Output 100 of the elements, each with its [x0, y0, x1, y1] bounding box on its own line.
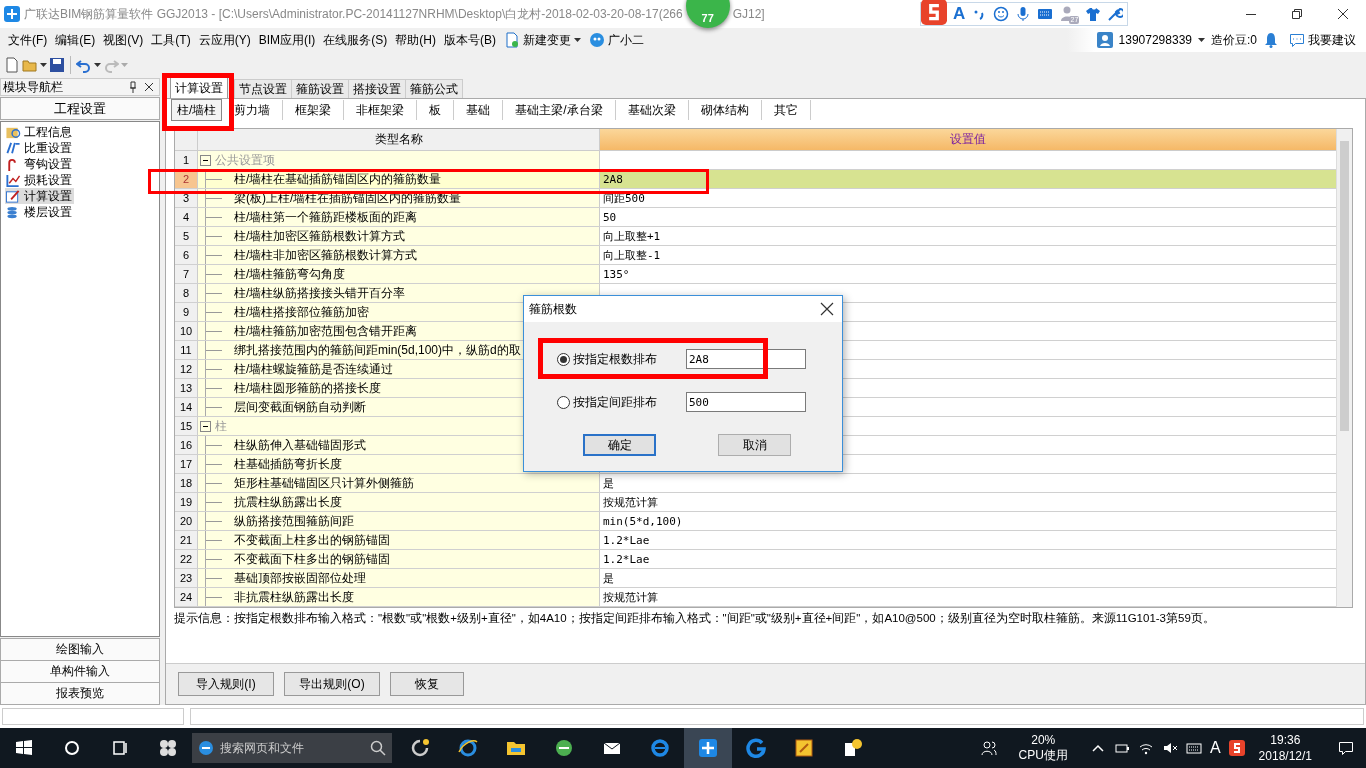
row-number[interactable]: 9 [175, 303, 198, 321]
row-number[interactable]: 19 [175, 493, 198, 511]
row-number[interactable]: 24 [175, 588, 198, 606]
row-number[interactable]: 13 [175, 379, 198, 397]
row-number[interactable]: 22 [175, 550, 198, 568]
tab[interactable]: 计算设置 [170, 77, 228, 98]
action-button[interactable]: 导出规则(O) [284, 672, 380, 696]
scrollbar[interactable] [1336, 129, 1352, 607]
close-icon[interactable] [820, 302, 834, 316]
account-dropdown[interactable]: 13907298339 [1118, 33, 1192, 47]
setting-value[interactable]: 1.2*Lae [603, 552, 650, 566]
nav-item[interactable]: 比重设置 [5, 140, 74, 156]
shirt-icon[interactable] [1085, 6, 1102, 22]
row-number[interactable]: 6 [175, 246, 198, 264]
tab[interactable]: 基础次梁 [615, 100, 689, 120]
setting-value[interactable]: 按规范计算 [603, 494, 658, 510]
collapse-icon[interactable] [200, 420, 211, 432]
row-number[interactable]: 16 [175, 436, 198, 454]
search-field[interactable]: 搜索网页和文件 [192, 733, 392, 763]
row-number[interactable]: 7 [175, 265, 198, 283]
menu-item[interactable]: 广小二 [585, 31, 648, 49]
undo-icon[interactable] [76, 57, 92, 73]
menu-item[interactable]: 编辑(E) [51, 31, 100, 49]
row-number[interactable]: 14 [175, 398, 198, 416]
bell-icon[interactable] [1263, 32, 1279, 48]
menu-item[interactable]: 文件(F) [4, 31, 52, 49]
dialog-button[interactable]: 确定 [583, 434, 656, 456]
tab[interactable]: 节点设置 [234, 79, 292, 98]
row-number[interactable]: 21 [175, 531, 198, 549]
setting-value[interactable]: 135° [603, 267, 630, 281]
tab[interactable]: 其它 [761, 100, 811, 120]
action-button[interactable]: 导入规则(I) [178, 672, 274, 696]
collapse-icon[interactable] [200, 154, 211, 166]
input-field[interactable]: 2A8 [686, 349, 806, 369]
row-number[interactable]: 1 [175, 151, 198, 169]
tab[interactable]: 基础 [454, 100, 504, 120]
row-number[interactable]: 10 [175, 322, 198, 340]
row-number[interactable]: 11 [175, 341, 198, 359]
nav-section-button[interactable]: 工程设置 [0, 97, 160, 120]
row-number[interactable]: 20 [175, 512, 198, 530]
nav-item[interactable]: 楼层设置 [5, 204, 74, 220]
input-mode-button[interactable]: A [953, 4, 966, 24]
caret-icon[interactable] [1198, 37, 1205, 43]
tab[interactable]: 柱/墙柱 [171, 99, 223, 121]
action-button[interactable]: 恢复 [390, 672, 464, 696]
row-number[interactable]: 5 [175, 227, 198, 245]
radio-button[interactable] [557, 352, 570, 366]
nav-section-button[interactable]: 报表预览 [0, 682, 160, 705]
nav-item[interactable]: 弯钩设置 [5, 156, 74, 172]
row-number[interactable]: 12 [175, 360, 198, 378]
menu-item[interactable]: 工具(T) [147, 31, 195, 49]
nav-item[interactable]: 损耗设置 [5, 172, 74, 188]
clock[interactable]: 19:36 2018/12/1 [1258, 732, 1312, 764]
smiley-icon[interactable] [993, 6, 1010, 22]
setting-value[interactable]: 是 [603, 475, 614, 491]
setting-value[interactable]: 向上取整-1 [603, 247, 661, 263]
setting-value[interactable]: 1.2*Lae [603, 533, 650, 547]
tab[interactable]: 箍筋公式 [405, 79, 463, 98]
wrench-icon[interactable] [1107, 6, 1124, 22]
nav-section-button[interactable]: 绘图输入 [0, 638, 160, 661]
row-number[interactable]: 4 [175, 208, 198, 226]
menu-item[interactable]: 云应用(Y) [194, 31, 255, 49]
row-number[interactable]: 23 [175, 569, 198, 587]
tab[interactable]: 箍筋设置 [291, 79, 349, 98]
menu-item[interactable]: 视图(V) [99, 31, 148, 49]
setting-value[interactable]: 50 [603, 210, 617, 224]
row-number[interactable]: 15 [175, 417, 198, 435]
menu-item[interactable]: 新建变更 [500, 31, 585, 49]
menu-item[interactable]: 版本号(B) [440, 31, 500, 49]
setting-value[interactable]: min(5*d,100) [603, 514, 683, 528]
keyboard-icon[interactable] [1037, 6, 1054, 22]
tab[interactable]: 非框架梁 [344, 100, 418, 120]
microphone-icon[interactable] [1015, 6, 1032, 22]
caret-icon[interactable] [40, 62, 47, 68]
menu-item[interactable]: 在线服务(S) [319, 31, 392, 49]
menu-item[interactable]: BIM应用(I) [254, 31, 320, 49]
input-field[interactable]: 500 [686, 392, 806, 412]
nav-section-button[interactable]: 单构件输入 [0, 660, 160, 683]
tab[interactable]: 剪力墙 [222, 100, 284, 120]
input-mode-indicator[interactable]: A [1209, 739, 1221, 757]
radio-button[interactable] [557, 395, 570, 409]
save-icon[interactable] [49, 57, 65, 73]
caret-icon[interactable] [94, 62, 101, 68]
setting-value[interactable]: 2A8 [603, 172, 623, 186]
dialog-button[interactable]: 取消 [718, 434, 791, 456]
row-number[interactable]: 18 [175, 474, 198, 492]
taskbar-button[interactable] [684, 728, 732, 768]
nav-item[interactable]: 工程信息 [5, 124, 74, 140]
setting-value[interactable]: 向上取整+1 [603, 228, 661, 244]
setting-value[interactable]: 按规范计算 [603, 589, 658, 605]
tab[interactable]: 基础主梁/承台梁 [503, 100, 616, 120]
row-number[interactable]: 17 [175, 455, 198, 473]
menu-item[interactable]: 帮助(H) [391, 31, 440, 49]
people-icon[interactable] [980, 740, 997, 756]
ime-logo-icon[interactable] [1228, 740, 1245, 756]
keyboard-icon[interactable] [1185, 740, 1202, 756]
tab[interactable]: 板 [417, 100, 455, 120]
tab[interactable]: 砌体结构 [688, 100, 762, 120]
setting-value[interactable]: 是 [603, 570, 614, 586]
row-number[interactable]: 8 [175, 284, 198, 302]
